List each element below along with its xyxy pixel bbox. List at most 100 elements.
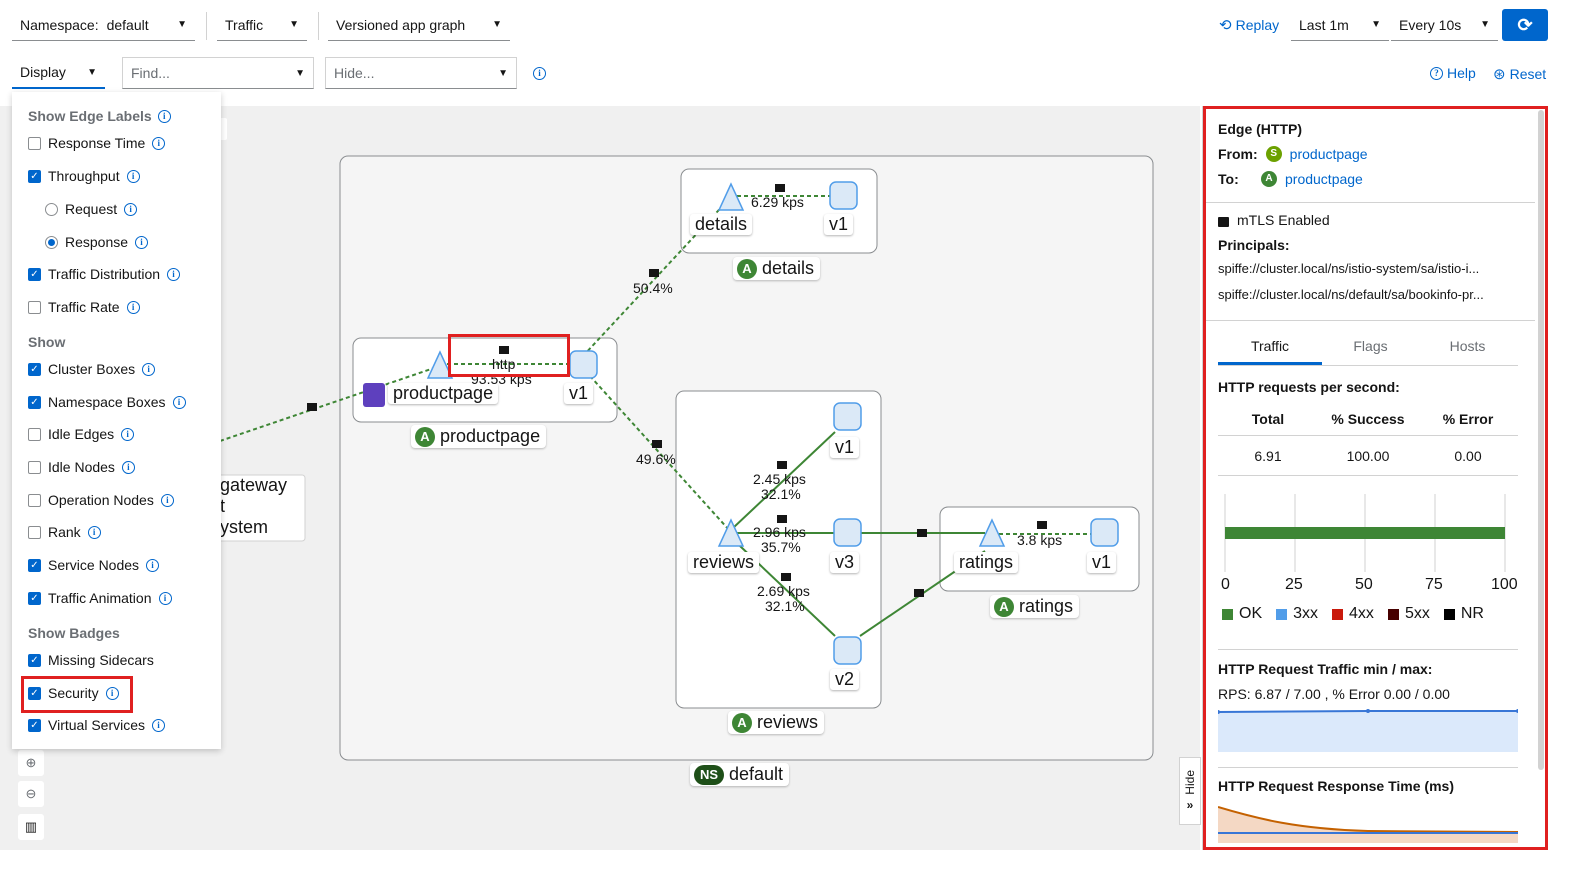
refresh-interval-select[interactable]: Every 10s ▼ bbox=[1391, 9, 1498, 41]
info-icon[interactable]: i bbox=[157, 109, 171, 123]
checkbox[interactable]: ✓ bbox=[28, 653, 41, 667]
edge-http-label: http bbox=[492, 356, 516, 372]
col-success: % Success bbox=[1331, 410, 1405, 427]
hide-panel-toggle[interactable]: Hide » bbox=[1179, 757, 1201, 825]
info-icon[interactable]: i bbox=[126, 169, 140, 183]
option-service-nodes[interactable]: ✓ Service Nodes i bbox=[28, 557, 160, 573]
ratings-node-label[interactable]: ratings bbox=[954, 552, 1019, 573]
checkbox[interactable]: ✓ bbox=[28, 686, 41, 700]
checkbox[interactable] bbox=[28, 493, 41, 507]
gateway-node-label[interactable]: gateway t ystem bbox=[220, 475, 287, 538]
refresh-button[interactable]: ⟳ bbox=[1502, 9, 1548, 41]
productpage-box-label[interactable]: A productpage bbox=[411, 425, 547, 448]
info-icon[interactable]: i bbox=[126, 300, 140, 314]
tab-traffic[interactable]: Traffic bbox=[1218, 338, 1322, 365]
checkbox[interactable] bbox=[28, 525, 41, 539]
help-button[interactable]: ? Help bbox=[1430, 65, 1476, 81]
find-help-icon[interactable]: i bbox=[533, 67, 546, 80]
replay-button[interactable]: ⟲ Replay bbox=[1219, 16, 1279, 34]
reviews-node-label[interactable]: reviews bbox=[688, 552, 760, 573]
info-icon[interactable]: i bbox=[158, 591, 172, 605]
service-badge-icon: S bbox=[1265, 146, 1282, 162]
option-response[interactable]: Response i bbox=[45, 234, 149, 250]
legend-map-button[interactable]: ▥ bbox=[18, 814, 44, 840]
checkbox[interactable] bbox=[28, 460, 41, 474]
checkbox[interactable]: ✓ bbox=[28, 267, 41, 281]
info-icon[interactable]: i bbox=[121, 427, 135, 441]
lock-icon bbox=[1218, 216, 1229, 227]
reviews-v1-label[interactable]: v1 bbox=[830, 437, 860, 458]
ratings-box-label[interactable]: A ratings bbox=[990, 595, 1080, 618]
tabs-underline bbox=[1218, 365, 1518, 366]
option-request[interactable]: Request i bbox=[45, 201, 138, 217]
caret-down-icon[interactable]: ▼ bbox=[295, 68, 305, 79]
info-icon[interactable]: i bbox=[152, 136, 166, 150]
info-icon[interactable]: i bbox=[105, 686, 119, 700]
ratings-box-name: ratings bbox=[1019, 596, 1074, 616]
display-select[interactable]: Display ▼ bbox=[12, 57, 105, 89]
info-icon[interactable]: i bbox=[160, 493, 174, 507]
details-box-label[interactable]: A details bbox=[733, 257, 821, 280]
graph-type-select[interactable]: Versioned app graph ▼ bbox=[328, 9, 510, 41]
traffic-select[interactable]: Traffic ▼ bbox=[217, 9, 307, 41]
checkbox[interactable]: ✓ bbox=[28, 169, 41, 183]
edge-details-pct-label: 50.4% bbox=[633, 280, 673, 296]
details-v1-workload-icon bbox=[829, 181, 858, 210]
option-virtual-services[interactable]: ✓ Virtual Services i bbox=[28, 717, 166, 733]
info-icon[interactable]: i bbox=[87, 525, 101, 539]
option-idle-nodes[interactable]: Idle Nodes i bbox=[28, 459, 135, 475]
option-operation-nodes[interactable]: Operation Nodes i bbox=[28, 492, 174, 508]
to-link[interactable]: productpage bbox=[1285, 171, 1363, 187]
caret-down-icon[interactable]: ▼ bbox=[498, 68, 508, 79]
info-icon[interactable]: i bbox=[142, 362, 156, 376]
ratings-v1-label[interactable]: v1 bbox=[1087, 552, 1117, 573]
option-response-time[interactable]: Response Time i bbox=[28, 135, 166, 151]
checkbox[interactable] bbox=[28, 136, 41, 150]
duration-select[interactable]: Last 1m ▼ bbox=[1291, 9, 1389, 41]
zoom-in-button[interactable]: ⊕ bbox=[18, 750, 44, 776]
info-icon[interactable]: i bbox=[135, 235, 149, 249]
option-cluster-boxes[interactable]: ✓ Cluster Boxes i bbox=[28, 361, 156, 377]
panel-scrollbar[interactable] bbox=[1538, 110, 1544, 770]
option-security[interactable]: ✓ Security i bbox=[28, 685, 119, 701]
details-node-label[interactable]: details bbox=[690, 214, 753, 235]
reviews-box-label[interactable]: A reviews bbox=[728, 711, 825, 734]
radio[interactable] bbox=[45, 202, 58, 216]
tab-flags[interactable]: Flags bbox=[1322, 338, 1419, 354]
info-icon[interactable]: i bbox=[146, 558, 160, 572]
option-throughput[interactable]: ✓ Throughput i bbox=[28, 168, 140, 184]
productpage-v1-label[interactable]: v1 bbox=[564, 383, 594, 404]
checkbox[interactable] bbox=[28, 427, 41, 441]
info-icon[interactable]: i bbox=[172, 395, 186, 409]
zoom-out-button[interactable]: ⊖ bbox=[18, 781, 44, 807]
option-traffic-distribution[interactable]: ✓ Traffic Distribution i bbox=[28, 266, 181, 282]
radio[interactable] bbox=[45, 235, 58, 249]
checkbox[interactable]: ✓ bbox=[28, 395, 41, 409]
option-rank[interactable]: Rank i bbox=[28, 524, 101, 540]
checkbox[interactable]: ✓ bbox=[28, 718, 41, 732]
info-icon[interactable]: i bbox=[121, 460, 135, 474]
details-v1-label[interactable]: v1 bbox=[824, 214, 854, 235]
option-traffic-rate[interactable]: Traffic Rate i bbox=[28, 299, 140, 315]
tab-hosts[interactable]: Hosts bbox=[1419, 338, 1516, 354]
option-traffic-animation[interactable]: ✓ Traffic Animation i bbox=[28, 590, 172, 606]
find-input[interactable]: Find... ▼ bbox=[122, 57, 314, 89]
checkbox[interactable]: ✓ bbox=[28, 558, 41, 572]
namespace-box-label[interactable]: NS default bbox=[690, 763, 790, 786]
option-missing-sidecars[interactable]: ✓ Missing Sidecars bbox=[28, 652, 154, 668]
option-namespace-boxes[interactable]: ✓ Namespace Boxes i bbox=[28, 394, 186, 410]
caret-down-icon: ▼ bbox=[492, 19, 502, 30]
reset-button[interactable]: ⊛ Reset bbox=[1493, 65, 1546, 83]
reviews-v2-label[interactable]: v2 bbox=[830, 669, 860, 690]
checkbox[interactable]: ✓ bbox=[28, 362, 41, 376]
from-link[interactable]: productpage bbox=[1290, 146, 1368, 162]
info-icon[interactable]: i bbox=[167, 267, 181, 281]
info-icon[interactable]: i bbox=[152, 718, 166, 732]
namespace-select[interactable]: Namespace: default ▼ bbox=[12, 9, 195, 41]
checkbox[interactable] bbox=[28, 300, 41, 314]
reviews-v3-label[interactable]: v3 bbox=[830, 552, 860, 573]
hide-input[interactable]: Hide... ▼ bbox=[325, 57, 517, 89]
checkbox[interactable]: ✓ bbox=[28, 591, 41, 605]
option-idle-edges[interactable]: Idle Edges i bbox=[28, 426, 135, 442]
info-icon[interactable]: i bbox=[124, 202, 138, 216]
